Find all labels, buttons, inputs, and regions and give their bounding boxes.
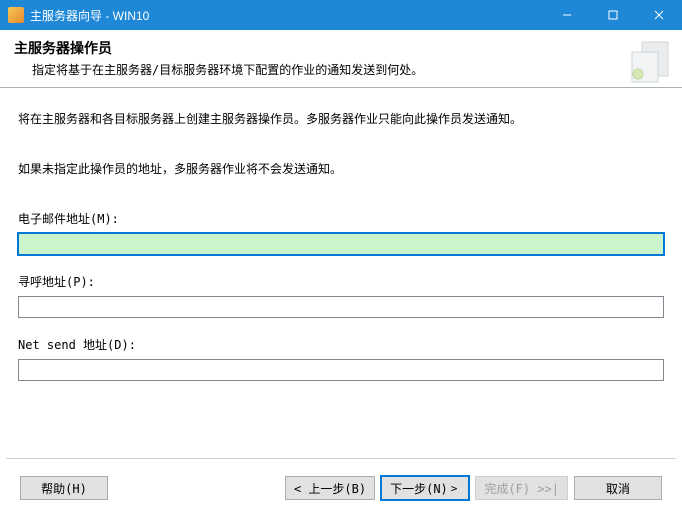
next-button[interactable]: 下一步(N) > — [381, 476, 469, 500]
app-icon — [8, 7, 24, 23]
maximize-button[interactable] — [590, 0, 636, 30]
page-subtitle: 指定将基于在主服务器/目标服务器环境下配置的作业的通知发送到何处。 — [14, 61, 668, 78]
wizard-content: 将在主服务器和各目标服务器上创建主服务器操作员。多服务器作业只能向此操作员发送通… — [0, 88, 682, 458]
pager-input[interactable] — [18, 296, 664, 318]
netsend-label: Net send 地址(D): — [18, 336, 664, 353]
info-text-2: 如果未指定此操作员的地址，多服务器作业将不会发送通知。 — [18, 160, 664, 178]
help-button[interactable]: 帮助(H) — [20, 476, 108, 500]
close-button[interactable] — [636, 0, 682, 30]
wizard-header: 主服务器操作员 指定将基于在主服务器/目标服务器环境下配置的作业的通知发送到何处… — [0, 30, 682, 88]
wizard-footer: 帮助(H) < 上一步(B) 下一步(N) > 完成(F) >>| 取消 — [0, 459, 682, 517]
server-icon — [622, 34, 676, 84]
next-button-label: 下一步(N) — [390, 480, 448, 497]
info-text-1: 将在主服务器和各目标服务器上创建主服务器操作员。多服务器作业只能向此操作员发送通… — [18, 110, 664, 128]
pager-label: 寻呼地址(P): — [18, 273, 664, 290]
cancel-button[interactable]: 取消 — [574, 476, 662, 500]
window-title: 主服务器向导 - WIN10 — [30, 7, 544, 24]
email-label: 电子邮件地址(M): — [18, 210, 664, 227]
chevron-right-icon: > — [451, 482, 458, 495]
window-controls — [544, 0, 682, 30]
email-input[interactable] — [18, 233, 664, 255]
finish-button: 完成(F) >>| — [475, 476, 568, 500]
titlebar: 主服务器向导 - WIN10 — [0, 0, 682, 30]
page-title: 主服务器操作员 — [14, 38, 668, 58]
minimize-button[interactable] — [544, 0, 590, 30]
netsend-input[interactable] — [18, 359, 664, 381]
back-button[interactable]: < 上一步(B) — [285, 476, 375, 500]
